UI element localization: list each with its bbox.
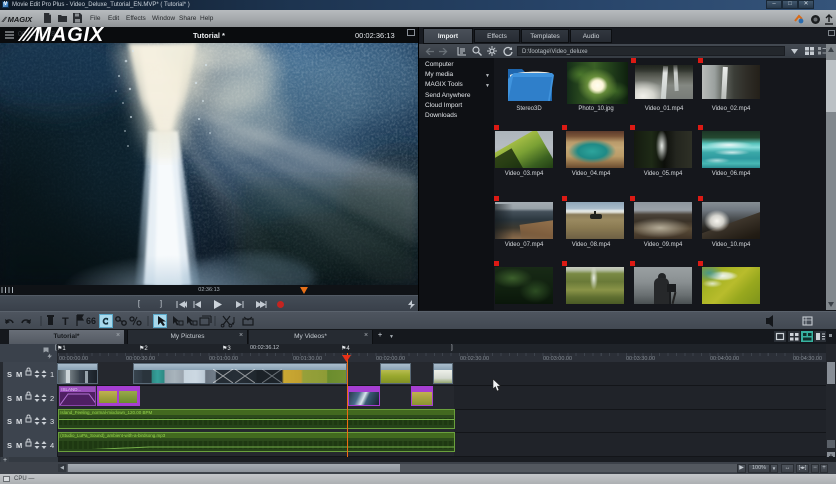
svg-text:T: T xyxy=(62,316,69,328)
svg-text:S: S xyxy=(7,417,12,426)
svg-text:4: 4 xyxy=(50,441,54,450)
svg-text:S: S xyxy=(7,370,12,379)
svg-text:S: S xyxy=(7,394,12,403)
svg-text:M: M xyxy=(16,394,22,403)
svg-text:M: M xyxy=(16,370,22,379)
svg-text:2: 2 xyxy=(50,394,54,403)
svg-text:3: 3 xyxy=(50,417,54,426)
svg-text:66: 66 xyxy=(86,316,96,326)
svg-text:M: M xyxy=(16,441,22,450)
svg-text:M: M xyxy=(16,417,22,426)
svg-text:1: 1 xyxy=(50,370,54,379)
svg-text:S: S xyxy=(7,441,12,450)
